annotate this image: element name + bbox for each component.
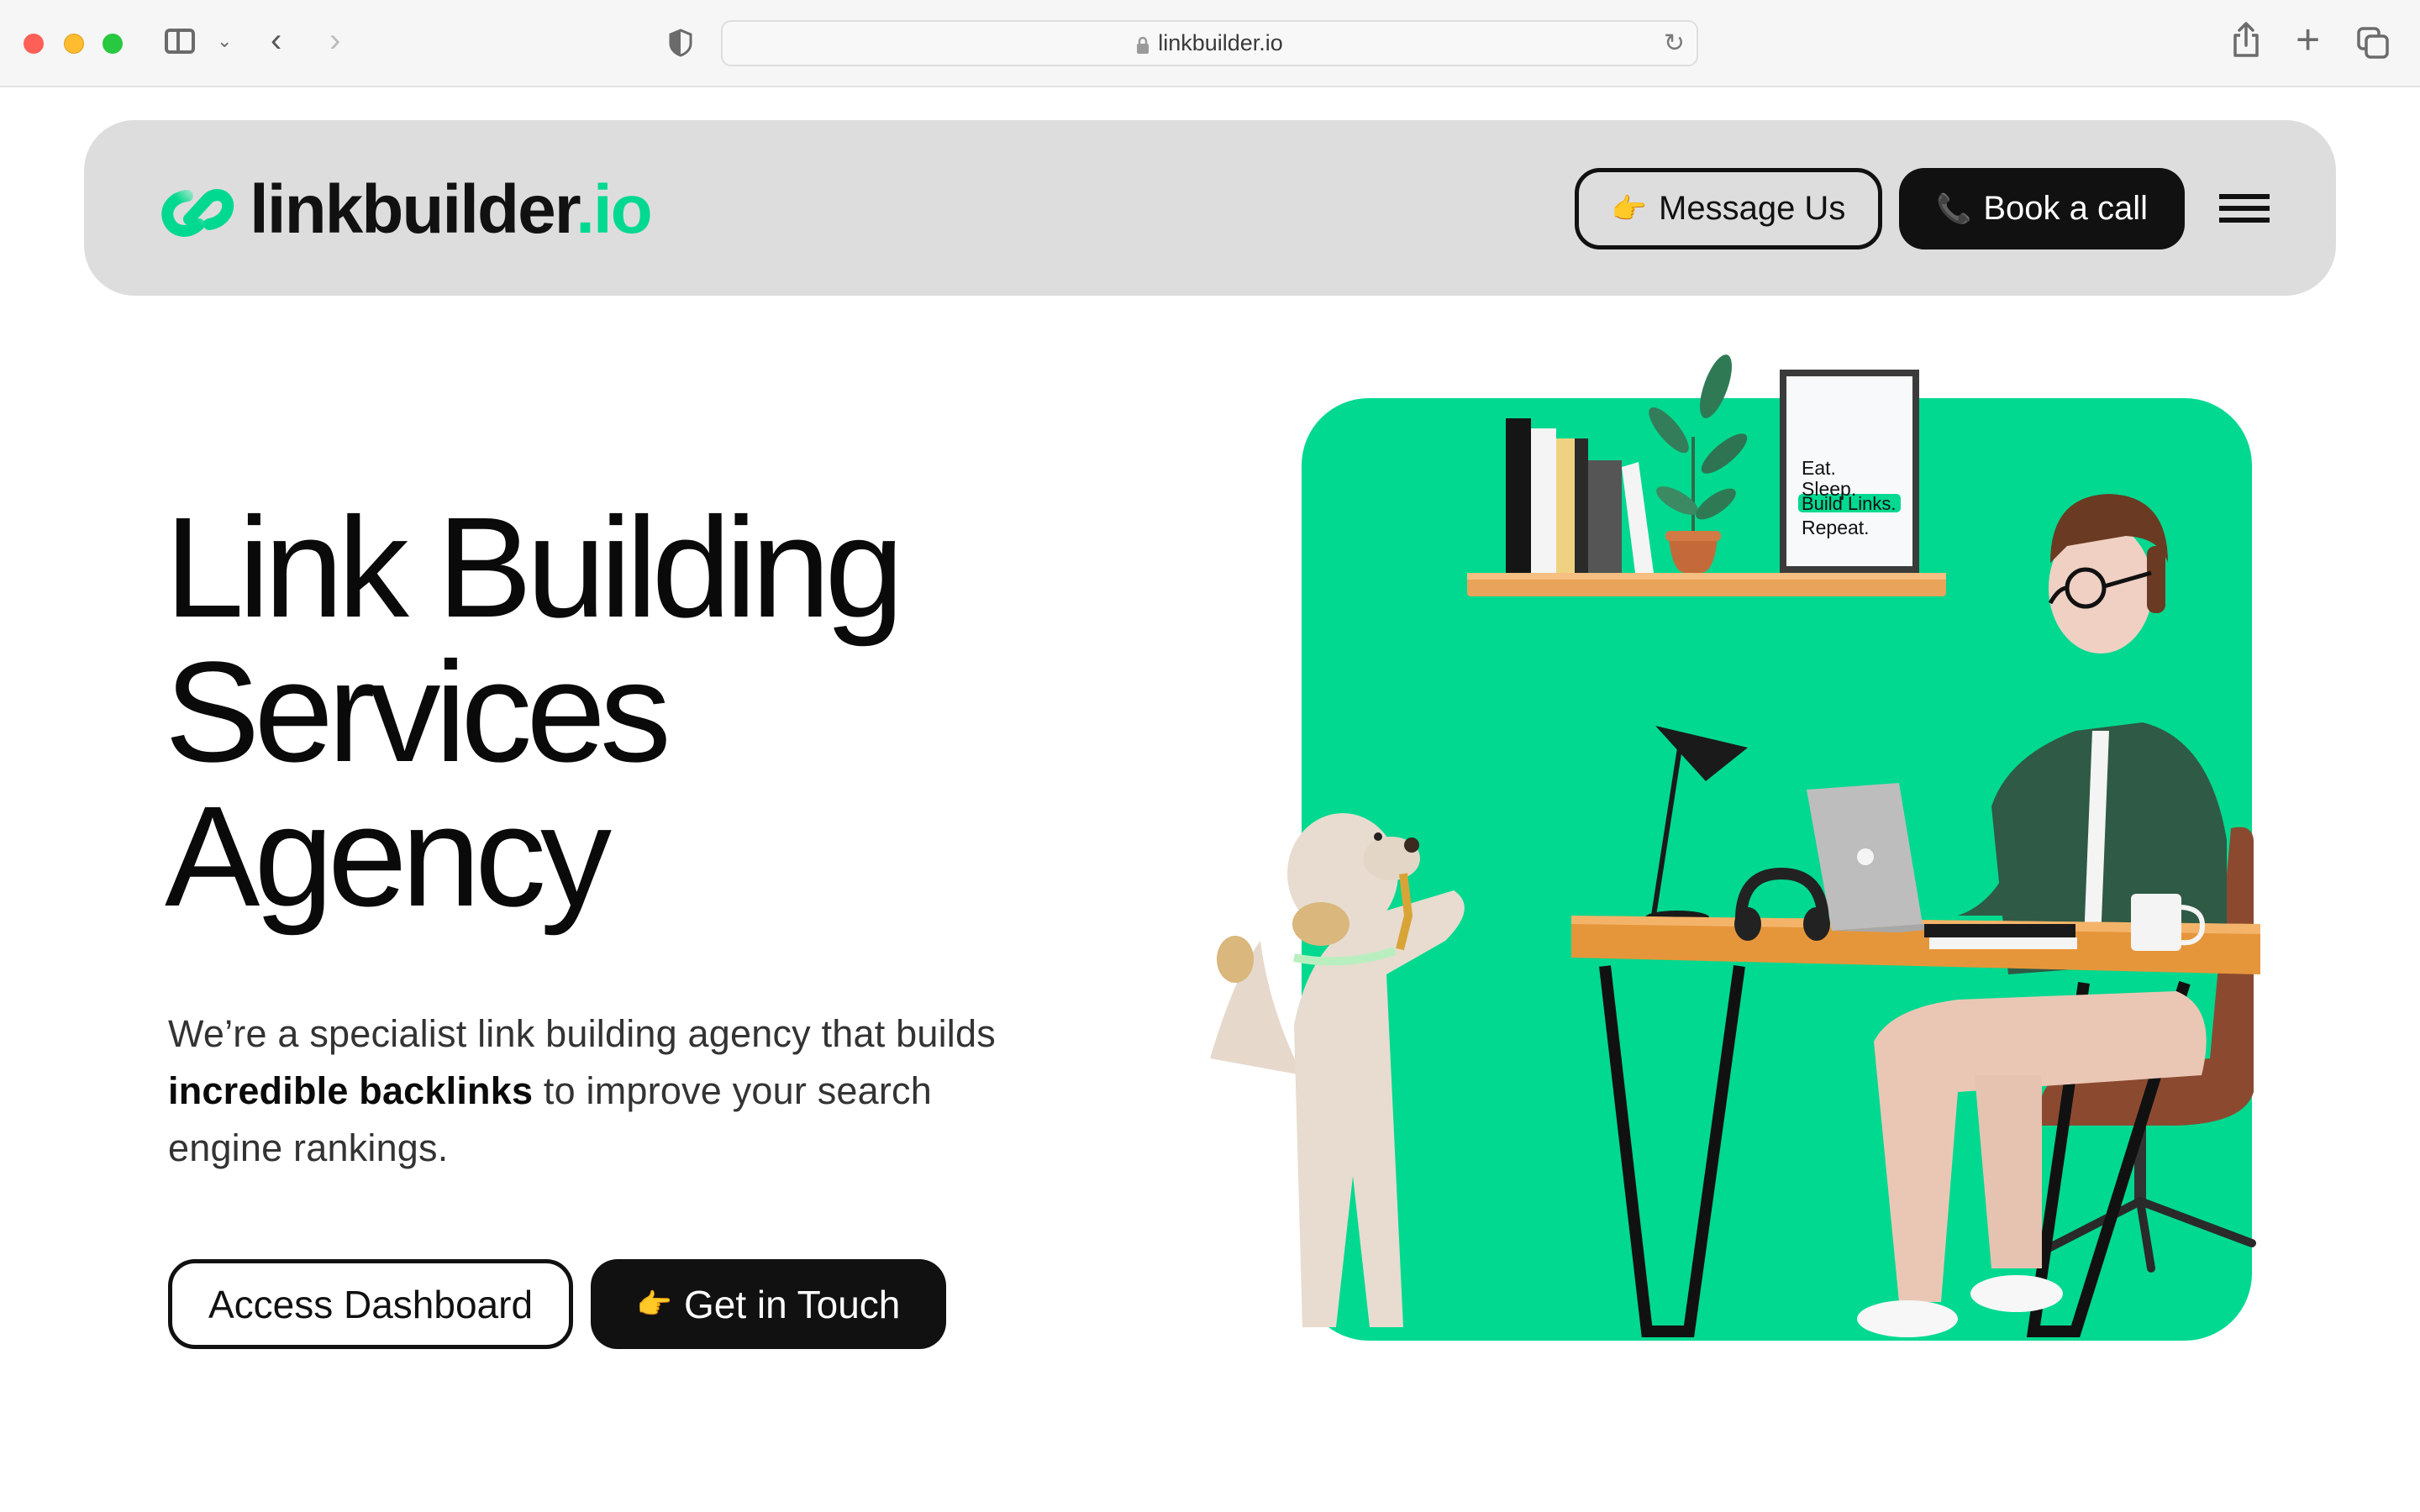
forward-icon[interactable]: › [329, 22, 340, 60]
hero-title-line: Link Building [165, 488, 904, 648]
logo-text: linkbuilder.io [250, 171, 653, 249]
poster-line: Repeat. [1802, 517, 1870, 538]
hero-title-line: Agency [165, 777, 612, 937]
link-logo-icon [161, 189, 234, 237]
message-us-button[interactable]: 👉 Message Us [1575, 168, 1882, 249]
chevron-down-icon[interactable]: ⌄ [217, 30, 232, 52]
pointing-hand-icon: 👉 [1611, 192, 1648, 225]
site-header: linkbuilder.io 👉 Message Us 📞 Book a cal… [84, 120, 2336, 296]
logo-name: linkbuilder [250, 171, 577, 248]
plant [1649, 354, 1748, 573]
books [1506, 418, 1654, 573]
tabs-overview-icon[interactable] [2357, 27, 2389, 59]
desk-lamp [1645, 726, 1748, 924]
close-window-button[interactable] [24, 34, 44, 54]
description-text: We’re a specialist link building agency … [168, 1012, 996, 1055]
notebook [1924, 924, 2075, 937]
back-icon[interactable]: ‹ [271, 22, 281, 60]
dog [1210, 813, 1465, 1327]
poster: Eat. Sleep. Build Links. Repeat. [1780, 370, 1919, 573]
get-in-touch-button[interactable]: 👉 Get in Touch [591, 1259, 946, 1349]
access-dashboard-label: Access Dashboard [208, 1282, 534, 1326]
laptop [1807, 783, 1991, 932]
office-scene: Eat. Sleep. Build Links. Repeat. [1210, 354, 2260, 1337]
hamburger-icon[interactable] [2219, 194, 2270, 223]
share-icon[interactable] [2232, 22, 2260, 59]
book-a-call-label: Book a call [1983, 190, 2148, 227]
shield-icon[interactable] [669, 29, 692, 57]
browser-toolbar: ⌄ ‹ › linkbuilder.io ↻ + [0, 0, 2420, 87]
hero-title-line: Services [165, 633, 671, 792]
logo-tld: .io [576, 171, 653, 248]
reload-icon[interactable]: ↻ [1664, 29, 1685, 58]
sidebar-icon[interactable] [165, 29, 195, 54]
description-highlight: incredible backlinks [168, 1069, 534, 1112]
minimize-window-button[interactable] [64, 34, 84, 54]
fullscreen-window-button[interactable] [103, 34, 123, 54]
hero-description: We’re a specialist link building agency … [168, 1005, 1050, 1177]
message-us-label: Message Us [1659, 190, 1846, 227]
poster-line: Build Links. [1802, 493, 1897, 514]
url-text: linkbuilder.io [1158, 30, 1283, 55]
poster-line: Eat. [1802, 457, 1836, 479]
lock-icon [1137, 36, 1150, 54]
address-bar[interactable]: linkbuilder.io ↻ [721, 20, 1698, 66]
pointing-hand-icon: 👉 [636, 1288, 672, 1320]
get-in-touch-label: Get in Touch [683, 1282, 901, 1326]
book-a-call-button[interactable]: 📞 Book a call [1899, 168, 2185, 249]
access-dashboard-button[interactable]: Access Dashboard [168, 1259, 573, 1349]
logo[interactable]: linkbuilder.io [155, 171, 653, 249]
hero-illustration: Eat. Sleep. Build Links. Repeat. [1202, 336, 2260, 1352]
new-tab-icon[interactable]: + [2296, 15, 2320, 64]
phone-icon: 📞 [1935, 192, 1972, 225]
hero-title: Link Building Services Agency [165, 488, 904, 937]
